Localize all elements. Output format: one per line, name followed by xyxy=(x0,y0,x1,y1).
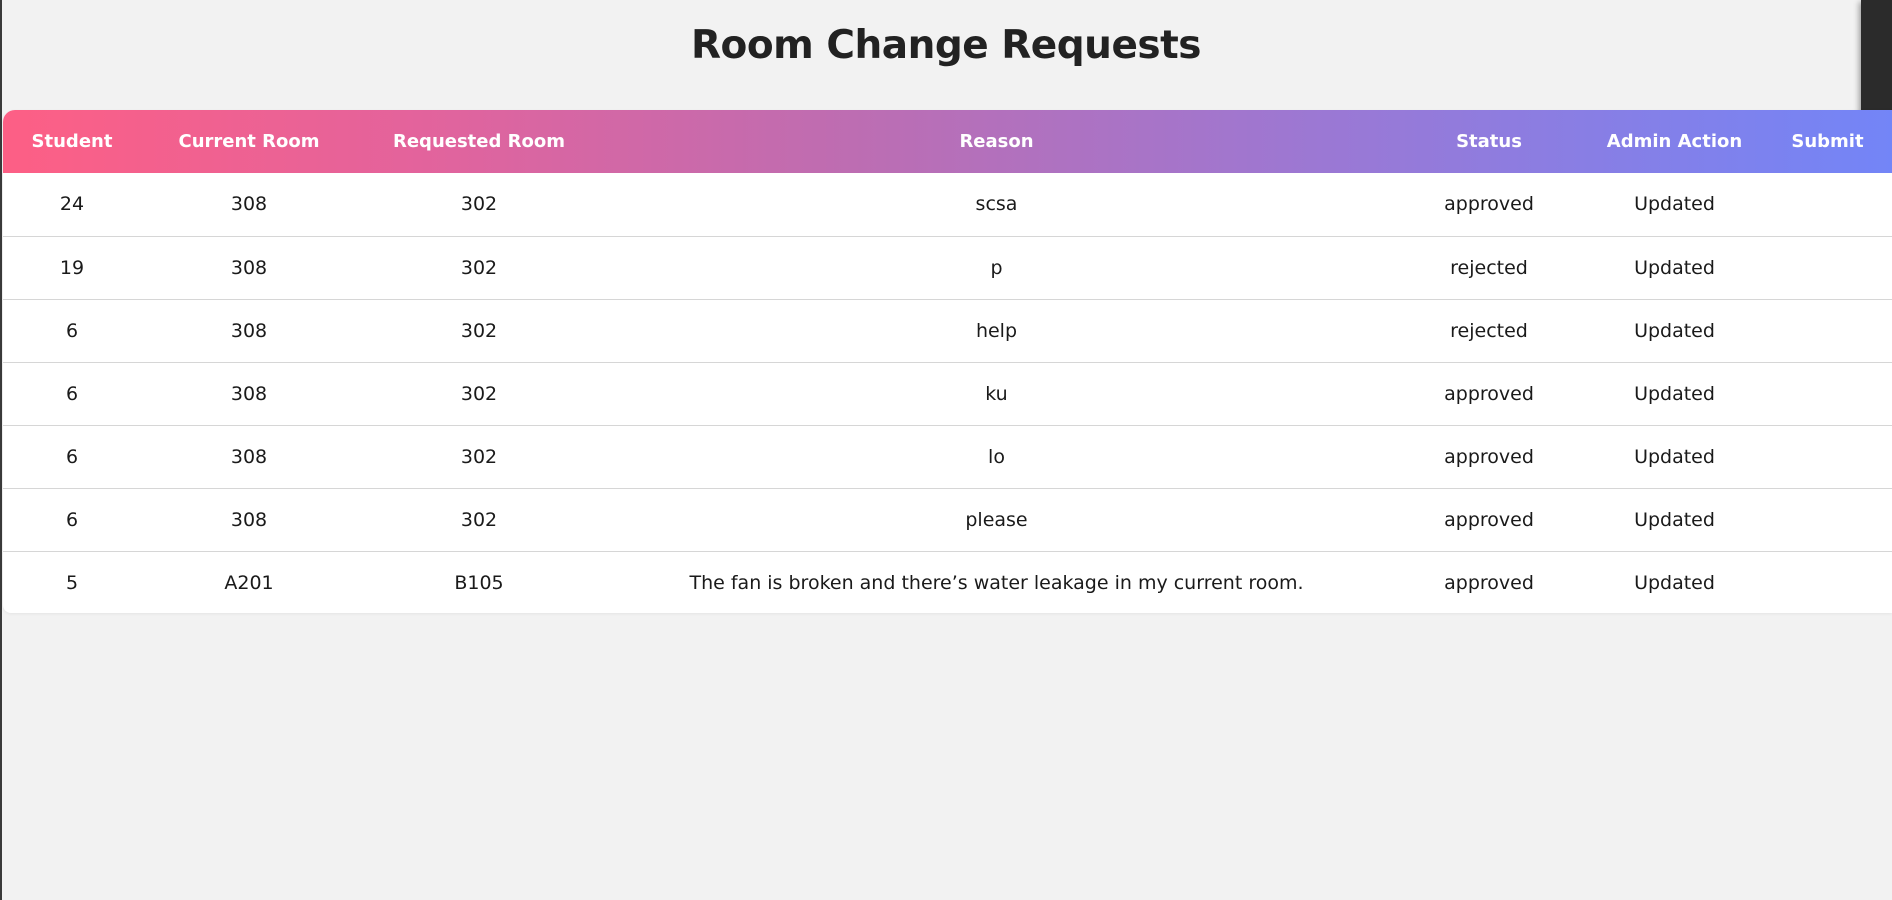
cell-current-room: 308 xyxy=(230,382,268,405)
cell-reason: help xyxy=(975,319,1018,342)
cell-student: 6 xyxy=(65,508,79,531)
cell-requested-room: B105 xyxy=(454,571,504,594)
page: Room Change Requests Student Current Roo… xyxy=(0,0,1892,900)
cell-submit[interactable] xyxy=(1763,488,1892,551)
cell-current-room: 308 xyxy=(230,319,268,342)
cell-submit[interactable] xyxy=(1763,362,1892,425)
requests-table: Student Current Room Requested Room Reas… xyxy=(3,110,1892,613)
table-row: 6 308 302 please approved Updated xyxy=(3,488,1892,551)
column-header-submit: Submit xyxy=(1791,131,1864,152)
table-body: 24 308 302 scsa approved Updated 19 308 … xyxy=(3,173,1892,613)
column-header-admin-action: Admin Action xyxy=(1606,131,1743,152)
cell-submit[interactable] xyxy=(1763,236,1892,299)
cell-current-room: 308 xyxy=(230,193,268,216)
cell-submit[interactable] xyxy=(1763,425,1892,488)
cell-status: rejected xyxy=(1450,319,1528,342)
cell-requested-room: 302 xyxy=(460,445,498,468)
column-header-status: Status xyxy=(1456,131,1522,152)
table-row: 6 308 302 help rejected Updated xyxy=(3,299,1892,362)
cell-admin-action: Updated xyxy=(1634,319,1715,342)
window-left-border xyxy=(0,0,2,900)
table-row: 6 308 302 ku approved Updated xyxy=(3,362,1892,425)
cell-student: 6 xyxy=(65,445,79,468)
cell-status: approved xyxy=(1444,445,1534,468)
cell-student: 24 xyxy=(59,193,85,216)
table-row: 5 A201 B105 The fan is broken and there’… xyxy=(3,551,1892,613)
table-row: 19 308 302 p rejected Updated xyxy=(3,236,1892,299)
cell-admin-action: Updated xyxy=(1634,193,1715,216)
table-row: 6 308 302 lo approved Updated xyxy=(3,425,1892,488)
cell-student: 6 xyxy=(65,382,79,405)
table-header-row: Student Current Room Requested Room Reas… xyxy=(3,110,1892,173)
column-header-requested-room: Requested Room xyxy=(392,131,565,152)
cell-status: approved xyxy=(1444,382,1534,405)
cell-reason: scsa xyxy=(975,193,1018,216)
table-row: 24 308 302 scsa approved Updated xyxy=(3,173,1892,236)
cell-status: approved xyxy=(1444,193,1534,216)
cell-requested-room: 302 xyxy=(460,508,498,531)
cell-student: 6 xyxy=(65,319,79,342)
cell-submit[interactable] xyxy=(1763,299,1892,362)
cell-admin-action: Updated xyxy=(1634,571,1715,594)
cell-status: approved xyxy=(1444,508,1534,531)
cell-requested-room: 302 xyxy=(460,319,498,342)
cell-current-room: A201 xyxy=(224,571,274,594)
cell-admin-action: Updated xyxy=(1634,382,1715,405)
cell-status: rejected xyxy=(1450,256,1528,279)
cell-student: 5 xyxy=(65,571,79,594)
cell-submit[interactable] xyxy=(1763,173,1892,236)
cell-current-room: 308 xyxy=(230,508,268,531)
table-header: Student Current Room Requested Room Reas… xyxy=(3,110,1892,173)
column-header-reason: Reason xyxy=(959,131,1034,152)
cell-current-room: 308 xyxy=(230,445,268,468)
column-header-student: Student xyxy=(31,131,113,152)
cell-reason: The fan is broken and there’s water leak… xyxy=(689,571,1304,594)
cell-reason: ku xyxy=(985,382,1008,405)
column-header-current-room: Current Room xyxy=(178,131,320,152)
cell-submit[interactable] xyxy=(1763,551,1892,613)
cell-requested-room: 302 xyxy=(460,256,498,279)
cell-reason: p xyxy=(990,256,1003,279)
cell-admin-action: Updated xyxy=(1634,508,1715,531)
cell-current-room: 308 xyxy=(230,256,268,279)
cell-admin-action: Updated xyxy=(1634,256,1715,279)
page-title: Room Change Requests xyxy=(691,23,1201,68)
cell-reason: lo xyxy=(988,445,1005,468)
cell-requested-room: 302 xyxy=(460,193,498,216)
cell-reason: please xyxy=(965,508,1028,531)
requests-table-container: Student Current Room Requested Room Reas… xyxy=(3,110,1892,613)
cell-status: approved xyxy=(1444,571,1534,594)
cell-requested-room: 302 xyxy=(460,382,498,405)
cell-admin-action: Updated xyxy=(1634,445,1715,468)
cell-student: 19 xyxy=(59,256,85,279)
